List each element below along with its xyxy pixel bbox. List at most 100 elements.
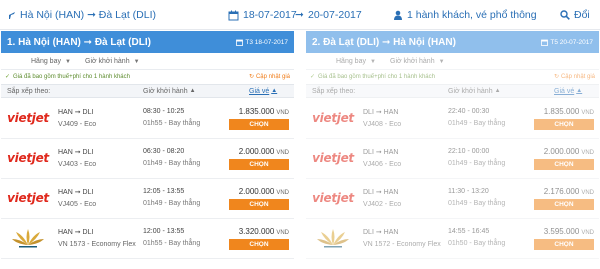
- calendar-icon: [228, 10, 239, 21]
- return-date[interactable]: 20-07-2017: [308, 0, 362, 30]
- flight-price: 3.320.000 VND: [238, 227, 289, 236]
- flight-price: 3.595.000 VND: [543, 227, 594, 236]
- flight-time: 12:00 - 13:55: [143, 228, 185, 235]
- sort-by-price[interactable]: Giá vé ▲: [249, 85, 277, 97]
- route-summary: Hà Nội (HAN) ➞ Đà Lạt (DLI): [6, 0, 156, 30]
- refresh-icon: ↻: [248, 74, 254, 80]
- panel-title: 2. Đà Lạt (DLI) ➞ Hà Nội (HAN): [312, 36, 456, 48]
- depart-date[interactable]: 18-07-2017: [228, 0, 297, 30]
- flight-code: VJ403 - Eco: [58, 161, 97, 168]
- update-price-link[interactable]: ↻ Cập nhật giá: [554, 70, 595, 83]
- flight-duration: 01h49 - Bay thẳng: [448, 120, 506, 127]
- flight-duration: 01h49 - Bay thẳng: [143, 200, 201, 207]
- sort-up-icon: ▲: [494, 88, 501, 94]
- search-summary-bar: Hà Nội (HAN) ➞ Đà Lạt (DLI) 18-07-2017 ➞…: [0, 0, 600, 30]
- filter-bar: Hãng bay ▼ Giờ khởi hành ▼: [306, 53, 599, 70]
- flight-price: 2.176.000 VND: [543, 187, 594, 196]
- vietnam-airlines-logo: [311, 227, 355, 249]
- plane-icon: [6, 10, 16, 20]
- flight-row: vietjet HAN ➞ DLI VJ409 - Eco 08:30 - 10:25…: [1, 99, 294, 139]
- refresh-icon: ↻: [553, 74, 559, 80]
- flight-time: 22:10 - 00:00: [448, 148, 490, 155]
- user-icon: [393, 10, 403, 20]
- chevron-down-icon: ▼: [64, 58, 71, 65]
- chevron-down-icon: ▼: [369, 58, 376, 65]
- filter-time-dropdown[interactable]: Giờ khởi hành ▼: [390, 53, 445, 70]
- select-flight-button[interactable]: CHỌN: [229, 239, 289, 250]
- arrow-icon: ➞: [295, 9, 304, 21]
- chevron-down-icon: ▼: [133, 58, 140, 65]
- flight-row: vietjet HAN ➞ DLI VJ403 - Eco 06:30 - 08:20…: [1, 139, 294, 179]
- flight-code: VJ408 - Eco: [363, 121, 402, 128]
- route-text: Hà Nội (HAN) ➞ Đà Lạt (DLI): [20, 9, 156, 21]
- vietjet-logo-text: vietjet: [312, 191, 354, 205]
- flight-price: 2.000.000 VND: [543, 147, 594, 156]
- filter-airline-dropdown[interactable]: Hãng bay ▼: [31, 53, 71, 70]
- panel-header: 2. Đà Lạt (DLI) ➞ Hà Nội (HAN) T5 20-07-…: [306, 31, 599, 53]
- flight-duration: 01h49 - Bay thẳng: [448, 200, 506, 207]
- vietjet-logo: vietjet: [311, 147, 355, 169]
- passenger-text: 1 hành khách, vé phổ thông: [407, 9, 537, 21]
- select-flight-button[interactable]: CHỌN: [534, 239, 594, 250]
- flight-time: 08:30 - 10:25: [143, 108, 185, 115]
- flight-time: 06:30 - 08:20: [143, 148, 185, 155]
- price-notice: ✓ Giá đã bao gồm thuế+phí cho 1 hành khác…: [306, 70, 599, 83]
- select-flight-button[interactable]: CHỌN: [534, 199, 594, 210]
- flight-duration: 01h49 - Bay thẳng: [448, 160, 506, 167]
- flight-row: vietjet DLI ➞ HAN VJ402 - Eco 11:30 - 13:20…: [306, 179, 599, 219]
- select-flight-button[interactable]: CHỌN: [229, 119, 289, 130]
- sort-bar: Sắp xếp theo: Giờ khởi hành ▲ Giá vé ▲: [1, 84, 294, 98]
- flight-time: 14:55 - 16:45: [448, 228, 490, 235]
- sort-up-icon: ▲: [189, 88, 196, 94]
- vietjet-logo-text: vietjet: [312, 151, 354, 165]
- vietjet-logo: vietjet: [6, 187, 50, 209]
- passenger-summary[interactable]: 1 hành khách, vé phổ thông: [393, 0, 537, 30]
- vietnam-airlines-logo: [6, 227, 50, 249]
- vietjet-logo-text: vietjet: [7, 191, 49, 205]
- change-label: Đổi: [574, 9, 590, 21]
- filter-airline-dropdown[interactable]: Hãng bay ▼: [336, 53, 376, 70]
- update-price-link[interactable]: ↻ Cập nhật giá: [249, 70, 290, 83]
- flight-price: 2.000.000 VND: [238, 147, 289, 156]
- flight-code: VJ409 - Eco: [58, 121, 97, 128]
- flight-code: VN 1573 - Economy Flex: [58, 241, 136, 248]
- filter-time-dropdown[interactable]: Giờ khởi hành ▼: [85, 53, 140, 70]
- change-search-button[interactable]: Đổi: [560, 0, 590, 30]
- select-flight-button[interactable]: CHỌN: [229, 159, 289, 170]
- flight-duration: 01h55 - Bay thẳng: [143, 120, 201, 127]
- depart-date-text: 18-07-2017: [243, 9, 297, 21]
- flight-duration: 01h49 - Bay thẳng: [143, 160, 201, 167]
- panel-date: T3 18-07-2017: [236, 39, 288, 46]
- flight-duration: 01h55 - Bay thẳng: [143, 240, 201, 247]
- sort-label: Sắp xếp theo:: [312, 87, 356, 95]
- flight-route: HAN ➞ DLI: [58, 229, 94, 236]
- flight-route: DLI ➞ HAN: [363, 109, 399, 116]
- sort-by-time[interactable]: Giờ khởi hành ▲: [448, 85, 501, 97]
- flight-route: HAN ➞ DLI: [58, 189, 94, 196]
- sort-bar: Sắp xếp theo: Giờ khởi hành ▲ Giá vé ▲: [306, 84, 599, 98]
- sort-by-price[interactable]: Giá vé ▲: [554, 85, 582, 97]
- vietjet-logo: vietjet: [6, 107, 50, 129]
- search-icon: [560, 10, 570, 20]
- vietjet-logo: vietjet: [6, 147, 50, 169]
- check-icon: ✓: [5, 74, 11, 80]
- select-flight-button[interactable]: CHỌN: [534, 159, 594, 170]
- notice-text: Giá đã bao gồm thuế+phí cho 1 hành khách: [13, 73, 130, 80]
- flight-row: DLI ➞ HAN VN 1572 - Economy Flex 14:55 - 1…: [306, 219, 599, 259]
- vietjet-logo: vietjet: [311, 187, 355, 209]
- panel-title: 1. Hà Nội (HAN) ➞ Đà Lạt (DLI): [7, 36, 151, 48]
- outbound-panel: 1. Hà Nội (HAN) ➞ Đà Lạt (DLI) T3 18-07-…: [1, 31, 294, 269]
- sort-by-time[interactable]: Giờ khởi hành ▲: [143, 85, 196, 97]
- select-flight-button[interactable]: CHỌN: [534, 119, 594, 130]
- flight-route: DLI ➞ HAN: [363, 189, 399, 196]
- flight-price: 1.835.000 VND: [543, 107, 594, 116]
- flight-route: DLI ➞ HAN: [363, 229, 399, 236]
- sort-up-icon: ▲: [576, 88, 583, 94]
- flight-route: DLI ➞ HAN: [363, 149, 399, 156]
- panel-date: T5 20-07-2017: [541, 39, 593, 46]
- flight-time: 11:30 - 13:20: [448, 188, 489, 195]
- sort-up-icon: ▲: [271, 88, 278, 94]
- vietjet-logo-text: vietjet: [7, 151, 49, 165]
- flight-route: HAN ➞ DLI: [58, 149, 94, 156]
- select-flight-button[interactable]: CHỌN: [229, 199, 289, 210]
